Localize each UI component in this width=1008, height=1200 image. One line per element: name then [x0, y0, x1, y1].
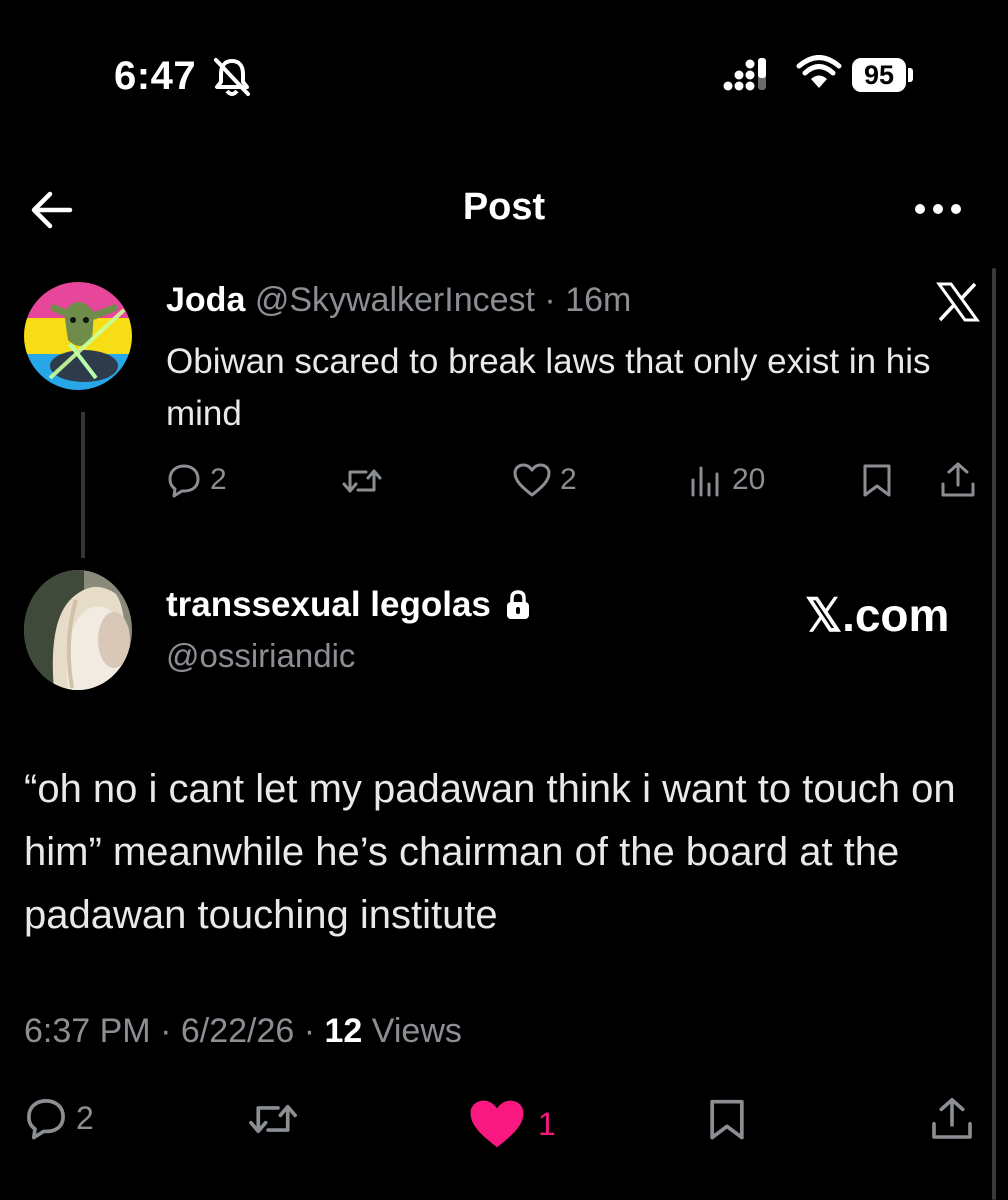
avatar[interactable]: [24, 282, 132, 390]
x-com-text: .com: [842, 589, 950, 641]
post-date: 6/22/26: [180, 1012, 295, 1050]
battery-icon: 95: [852, 58, 906, 92]
reply-button[interactable]: 2: [166, 462, 227, 498]
views-label: Views: [362, 1012, 462, 1050]
more-horizontal-icon[interactable]: [912, 196, 964, 222]
post-text: “oh no i cant let my padawan think i wan…: [24, 767, 956, 937]
view-count: 20: [732, 463, 766, 496]
repost-button[interactable]: [246, 1098, 300, 1140]
heart-filled-icon: [470, 1100, 524, 1148]
views-button[interactable]: 20: [688, 462, 765, 498]
heart-icon: [513, 463, 551, 497]
share-button[interactable]: [928, 1094, 976, 1144]
reply-count: 2: [76, 1099, 94, 1136]
post-time: 6:37 PM: [24, 1012, 151, 1050]
like-count: 1: [538, 1105, 556, 1142]
repost-button[interactable]: [340, 464, 384, 498]
status-time: 6:47: [114, 54, 197, 98]
handle[interactable]: @ossiriandic: [166, 637, 355, 675]
reply-count: 2: [210, 463, 227, 496]
share-icon: [932, 1098, 972, 1139]
handle[interactable]: @SkywalkerIncest: [255, 281, 535, 319]
thread-line: [81, 412, 85, 558]
like-count: 2: [560, 463, 577, 496]
separator: ·: [294, 1012, 325, 1050]
battery-nub: [908, 68, 913, 82]
separator: ·: [150, 1012, 181, 1050]
separator: ·: [534, 281, 566, 319]
reply-icon: [27, 1099, 65, 1140]
reply-button[interactable]: 2: [24, 1096, 94, 1140]
x-com-watermark: 𝕏 .com: [805, 588, 949, 642]
wifi-icon: [796, 55, 842, 91]
like-button[interactable]: 2: [512, 462, 577, 498]
lock-icon: [506, 590, 529, 619]
post-text: Obiwan scared to break laws that only ex…: [166, 342, 931, 433]
x-logo-icon: [936, 282, 980, 322]
bookmark-icon: [710, 1099, 744, 1140]
x-symbol: 𝕏: [805, 589, 843, 641]
like-button[interactable]: 1: [464, 1096, 556, 1152]
views-icon: [691, 466, 719, 497]
share-icon: [941, 462, 975, 497]
views-count[interactable]: 12: [325, 1012, 363, 1050]
bookmark-button[interactable]: [706, 1096, 748, 1142]
bookmark-button[interactable]: [860, 462, 894, 498]
repost-icon: [342, 469, 382, 493]
display-name[interactable]: transsexual legolas: [166, 585, 491, 625]
avatar[interactable]: [24, 570, 132, 690]
repost-icon: [249, 1104, 297, 1134]
reply-icon: [168, 464, 200, 498]
bell-slash-icon: [212, 56, 252, 98]
scrollbar[interactable]: [992, 268, 996, 1200]
display-name-row: transsexual legolas: [166, 585, 531, 625]
display-name[interactable]: Joda: [166, 281, 245, 319]
signal-icon: [722, 56, 772, 94]
post-header: Joda @SkywalkerIncest · 16m: [166, 281, 631, 320]
post-meta: 6:37 PM · 6/22/26 · 12 Views: [24, 1012, 462, 1051]
page-title: Post: [462, 186, 546, 228]
post-time: 16m: [565, 281, 632, 319]
bookmark-icon: [863, 464, 891, 497]
share-button[interactable]: [938, 460, 978, 500]
